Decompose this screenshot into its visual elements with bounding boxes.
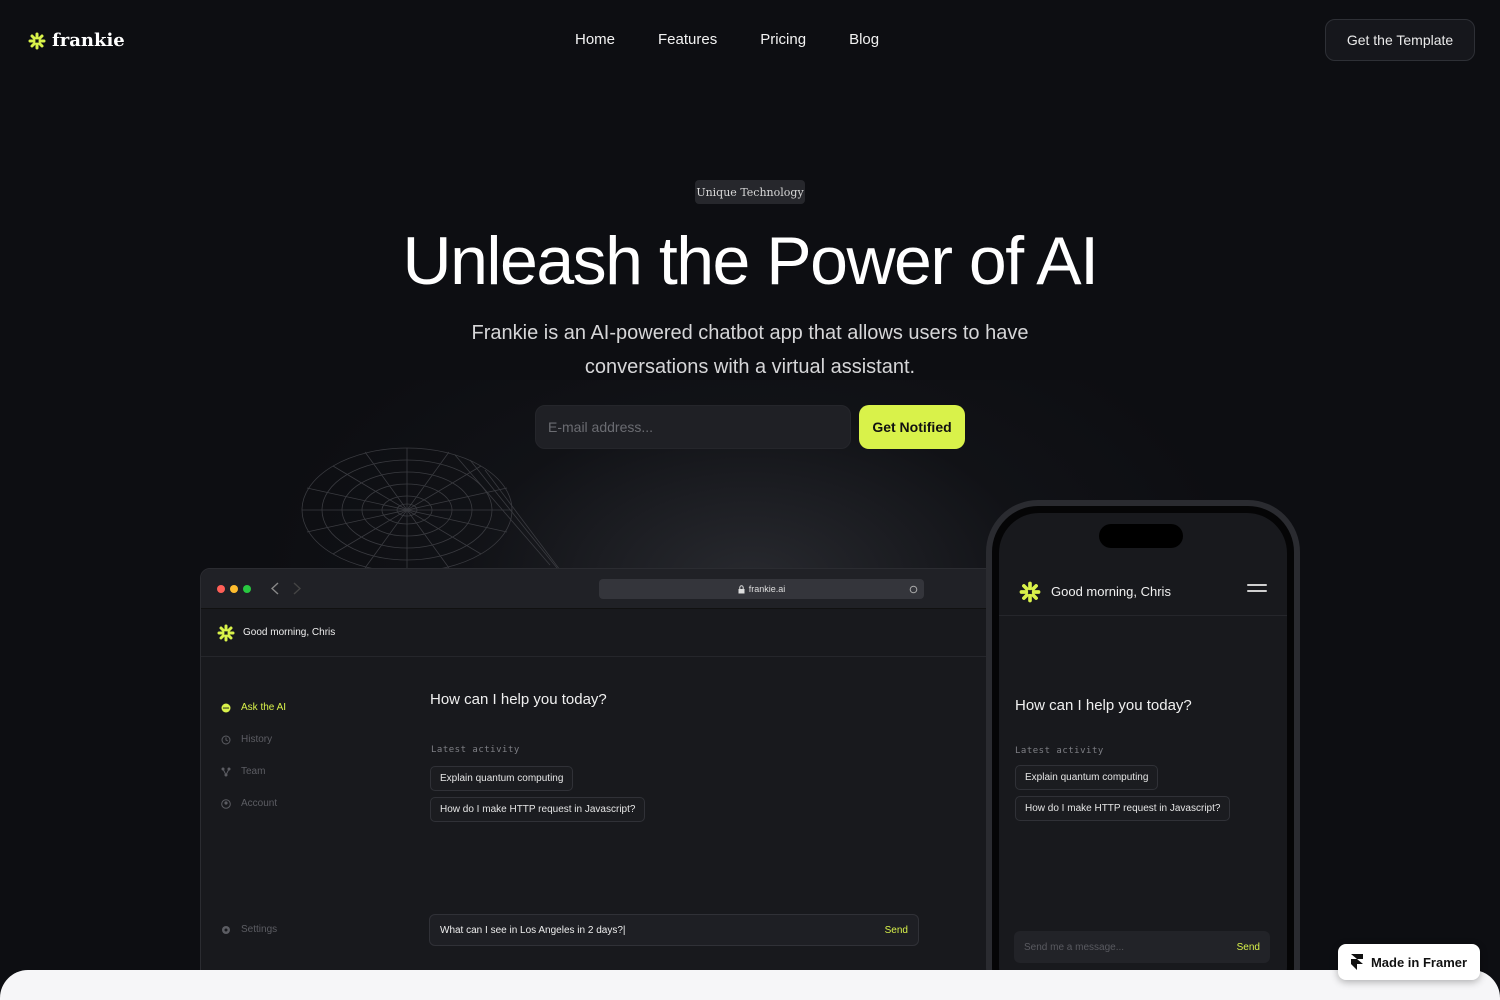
app-header: Good morning, Chris xyxy=(201,609,989,657)
hero-subtitle: Frankie is an AI-powered chatbot app tha… xyxy=(471,322,1029,378)
message-input-value: What can I see in Los Angeles in 2 days?… xyxy=(440,924,626,936)
asterisk-flower-icon xyxy=(28,32,46,49)
question-heading: How can I help you today? xyxy=(430,691,607,708)
back-arrow-icon[interactable] xyxy=(271,582,279,595)
lock-icon xyxy=(738,584,745,593)
dynamic-island xyxy=(1099,524,1183,548)
sidebar-item-team[interactable]: Team xyxy=(221,766,265,777)
activity-chip[interactable]: Explain quantum computing xyxy=(1015,765,1159,790)
close-dot-icon[interactable] xyxy=(217,585,225,593)
logo-text: frankie xyxy=(52,30,125,51)
logo[interactable]: frankie xyxy=(28,30,125,51)
phone-header: Good morning, Chris xyxy=(999,568,1287,616)
sidebar-label: History xyxy=(241,734,273,745)
phone-screen: Good morning, Chris How can I help you t… xyxy=(999,513,1287,1000)
phone-bezel: Good morning, Chris How can I help you t… xyxy=(992,506,1294,1000)
browser-window: frankie.ai Good morning, Chris Ask the A… xyxy=(200,568,990,988)
sidebar-item-ask-ai[interactable]: Ask the AI xyxy=(221,702,286,713)
sidebar-label: Settings xyxy=(241,924,278,935)
sidebar-label: Account xyxy=(241,798,278,809)
nav-home[interactable]: Home xyxy=(575,31,615,48)
logo-icon xyxy=(217,624,235,641)
made-in-framer-badge[interactable]: Made in Framer xyxy=(1338,944,1480,980)
activity-chip[interactable]: How do I make HTTP request in Javascript… xyxy=(1015,796,1231,821)
activity-chip[interactable]: How do I make HTTP request in Javascript… xyxy=(430,797,646,822)
question-heading: How can I help you today? xyxy=(1015,697,1192,714)
history-icon xyxy=(221,735,231,744)
activity-chip[interactable]: Explain quantum computing xyxy=(430,766,574,791)
maximize-dot-icon[interactable] xyxy=(243,585,251,593)
sidebar-label: Ask the AI xyxy=(241,702,287,713)
greeting-text: Good morning, Chris xyxy=(243,627,336,638)
hamburger-menu-icon[interactable] xyxy=(1247,584,1267,596)
url-text: frankie.ai xyxy=(748,584,786,594)
url-bar[interactable]: frankie.ai xyxy=(599,579,924,599)
browser-toolbar: frankie.ai xyxy=(201,569,989,609)
minimize-dot-icon[interactable] xyxy=(230,585,238,593)
email-input[interactable] xyxy=(535,405,851,449)
next-section-edge xyxy=(0,970,1500,1000)
framer-badge-text: Made in Framer xyxy=(1370,954,1468,970)
message-input[interactable]: What can I see in Los Angeles in 2 days?… xyxy=(429,914,919,946)
nav-pricing[interactable]: Pricing xyxy=(760,31,806,48)
sidebar-item-settings[interactable]: Settings xyxy=(221,924,277,935)
reload-icon[interactable] xyxy=(909,585,918,594)
send-button[interactable]: Send xyxy=(1237,942,1260,953)
phone-message-input[interactable]: Send me a message... Send xyxy=(1014,931,1270,963)
phone-mockup: Good morning, Chris How can I help you t… xyxy=(986,500,1300,1000)
get-template-button[interactable]: Get the Template xyxy=(1325,19,1475,61)
forward-arrow-icon[interactable] xyxy=(293,582,301,595)
chat-icon xyxy=(221,703,231,712)
logo-icon xyxy=(1019,581,1041,602)
nav-features[interactable]: Features xyxy=(658,31,717,48)
framer-logo-icon xyxy=(1350,954,1363,970)
send-button[interactable]: Send xyxy=(885,925,908,936)
latest-activity-label: Latest activity xyxy=(431,745,520,755)
get-notified-button[interactable]: Get Notified xyxy=(859,405,965,449)
nav-blog[interactable]: Blog xyxy=(849,31,879,48)
wireframe-shape xyxy=(301,447,561,573)
team-icon xyxy=(221,767,231,776)
latest-activity-label: Latest activity xyxy=(1015,746,1104,756)
sidebar-item-account[interactable]: Account xyxy=(221,798,277,809)
hero-badge: Unique Technology xyxy=(695,180,805,204)
account-icon xyxy=(221,798,231,809)
gear-icon xyxy=(222,925,230,934)
greeting-text: Good morning, Chris xyxy=(1051,584,1171,599)
sidebar-label: Team xyxy=(241,766,266,777)
sidebar-item-history[interactable]: History xyxy=(221,734,272,745)
hero-title: Unleash the Power of AI xyxy=(402,223,1099,299)
main-nav: Home Features Pricing Blog xyxy=(575,31,879,48)
message-placeholder: Send me a message... xyxy=(1024,941,1125,953)
